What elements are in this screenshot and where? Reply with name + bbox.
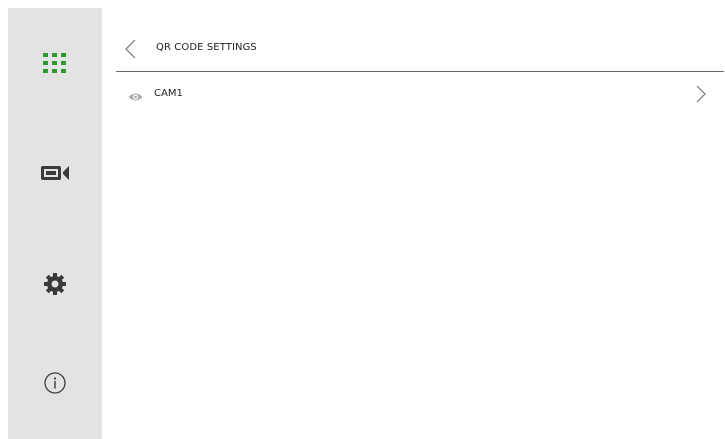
camera-icon [41, 166, 69, 180]
eye-icon [128, 88, 143, 101]
sidebar-item-info[interactable] [8, 353, 102, 413]
sidebar-item-settings[interactable] [8, 254, 102, 314]
app-screen: QR CODE SETTINGS CAM1 [0, 0, 725, 439]
page-header: QR CODE SETTINGS [116, 28, 724, 72]
chevron-left-icon [125, 39, 136, 59]
list-item-cam1[interactable]: CAM1 [116, 72, 724, 116]
sidebar-item-camera[interactable] [8, 143, 102, 203]
list-item-label: CAM1 [154, 88, 183, 99]
sidebar-item-apps[interactable] [8, 33, 102, 93]
sidebar [8, 8, 102, 439]
info-icon [44, 372, 66, 394]
grid-apps-icon [43, 53, 66, 73]
back-button[interactable] [120, 37, 140, 61]
gear-icon [44, 273, 66, 295]
chevron-right-icon [694, 84, 708, 104]
page-title: QR CODE SETTINGS [156, 42, 257, 53]
